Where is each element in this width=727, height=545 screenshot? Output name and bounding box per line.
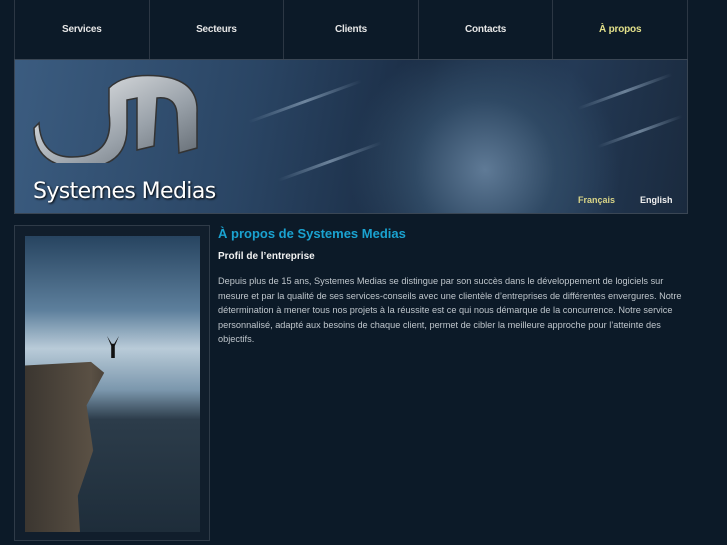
- nav-clients[interactable]: Clients: [284, 0, 419, 59]
- nav-a-propos[interactable]: À propos: [553, 0, 687, 59]
- nav-secteurs[interactable]: Secteurs: [150, 0, 285, 59]
- light-streak: [577, 72, 673, 111]
- language-english[interactable]: English: [640, 195, 673, 205]
- photo-frame: [14, 225, 210, 541]
- brand-name: Systemes Medias: [33, 179, 216, 204]
- page-title: À propos de Systemes Medias: [218, 226, 406, 241]
- section-subtitle: Profil de l’entreprise: [218, 251, 315, 262]
- light-streak: [277, 141, 383, 182]
- light-streak: [597, 114, 683, 149]
- main-nav: Services Secteurs Clients Contacts À pro…: [14, 0, 688, 60]
- language-francais[interactable]: Français: [578, 195, 615, 205]
- about-paragraph: Depuis plus de 15 ans, Systemes Medias s…: [218, 276, 682, 344]
- person-silhouette: [107, 336, 119, 358]
- header-banner: Systemes Medias Français English: [14, 59, 688, 214]
- nav-contacts[interactable]: Contacts: [419, 0, 554, 59]
- cliff-shape: [25, 361, 105, 532]
- nav-services[interactable]: Services: [15, 0, 150, 59]
- cliff-photo: [25, 236, 200, 532]
- main-content: À propos de Systemes Medias Profil de l’…: [218, 226, 683, 347]
- light-streak: [248, 79, 362, 124]
- logo-icon: [33, 74, 198, 163]
